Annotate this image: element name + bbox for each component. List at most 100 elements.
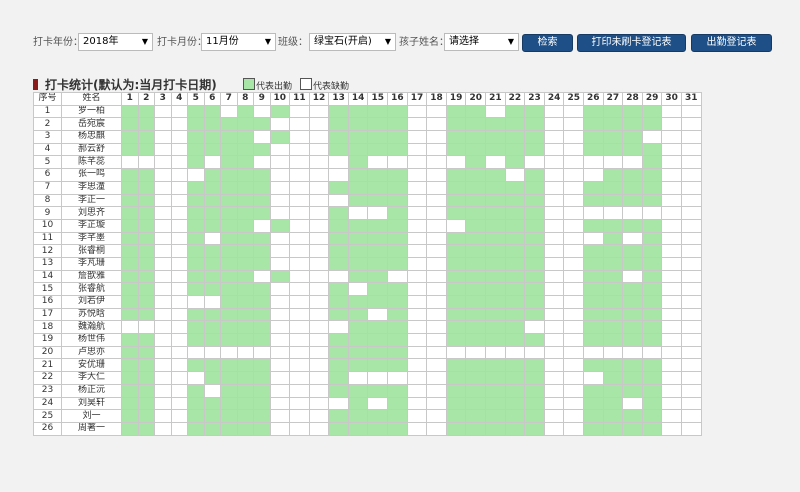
attendance-cell-present [524, 409, 545, 423]
attendance-cell-absent [524, 155, 545, 170]
table-row: 10 李芷璇 [33, 218, 702, 233]
attendance-cell-absent [445, 218, 467, 233]
attendance-cell-present [524, 180, 545, 195]
attendance-cell-absent [289, 244, 310, 258]
attendance-cell-present [602, 130, 624, 144]
attendance-cell-absent [524, 320, 545, 335]
attendance-cell-absent [661, 320, 682, 335]
attendance-cell-present [387, 295, 408, 309]
row-name: 苏悦晗 [61, 307, 122, 322]
attendance-cell-present [121, 231, 139, 246]
attendance-cell-absent [563, 256, 584, 271]
attendance-cell-present [187, 282, 205, 296]
attendance-cell-absent [543, 307, 565, 322]
attendance-cell-absent [170, 295, 188, 309]
attendance-cell-present [641, 231, 663, 246]
attendance-cell-present [465, 244, 487, 258]
attendance-cell-absent [308, 333, 330, 347]
attendance-cell-present [504, 409, 526, 423]
attendance-cell-present [121, 269, 139, 284]
attendance-cell-present [253, 117, 271, 132]
attendance-cell-present [203, 218, 221, 233]
attendance-cell-present [524, 421, 545, 436]
attendance-cell-absent [154, 180, 172, 195]
attendance-cell-absent [347, 371, 369, 385]
header-day: 30 [661, 92, 682, 106]
attendance-cell-absent [203, 155, 221, 170]
attendance-cell-absent [543, 409, 565, 423]
class-select[interactable]: 绿宝石(开启) ▼ [309, 33, 396, 51]
attendance-cell-present [583, 218, 604, 233]
attendance-cell-absent [170, 193, 188, 208]
attendance-cell-present [602, 358, 624, 373]
attendance-cell-present [583, 421, 604, 436]
child-select[interactable]: 请选择 ▼ [444, 33, 519, 51]
attendance-cell-present [524, 295, 545, 309]
attendance-cell-absent [187, 371, 205, 385]
attendance-cell-present [485, 371, 506, 385]
attendance-cell-absent [661, 371, 682, 385]
attendance-cell-absent [563, 155, 584, 170]
attendance-cell-absent [661, 421, 682, 436]
attendance-cell-absent [543, 180, 565, 195]
attendance-cell-present [220, 155, 238, 170]
attendance-cell-absent [154, 193, 172, 208]
attendance-sheet-button[interactable]: 出勤登记表 [691, 34, 772, 52]
attendance-cell-present [187, 206, 205, 220]
attendance-cell-present [622, 168, 643, 182]
attendance-cell-absent [563, 307, 584, 322]
attendance-cell-present [504, 282, 526, 296]
attendance-cell-absent [289, 256, 310, 271]
attendance-cell-absent [543, 155, 565, 170]
attendance-cell-absent [543, 371, 565, 385]
attendance-cell-present [465, 104, 487, 119]
attendance-cell-present [121, 130, 139, 144]
attendance-cell-absent [680, 383, 702, 398]
table-row: 18 魏瀚航 [33, 320, 702, 335]
attendance-cell-present [187, 180, 205, 195]
attendance-cell-present [220, 295, 238, 309]
table-row: 14 詹歆雅 [33, 269, 702, 284]
header-day: 18 [426, 92, 447, 106]
year-select[interactable]: 2018年 ▼ [78, 33, 153, 51]
attendance-cell-present [236, 104, 254, 119]
attendance-cell-present [328, 142, 349, 157]
attendance-cell-absent [269, 333, 291, 347]
attendance-cell-absent [680, 345, 702, 360]
attendance-cell-present [236, 142, 254, 157]
attendance-cell-absent [289, 295, 310, 309]
row-name: 李正一 [61, 193, 122, 208]
attendance-cell-absent [426, 130, 447, 144]
attendance-cell-present [583, 256, 604, 271]
attendance-cell-present [137, 333, 155, 347]
attendance-cell-present [187, 320, 205, 335]
attendance-cell-absent [543, 104, 565, 119]
attendance-cell-absent [289, 396, 310, 411]
attendance-cell-present [203, 180, 221, 195]
year-label: 打卡年份： [33, 37, 83, 48]
print-missing-card-button[interactable]: 打印未刷卡登记表 [577, 34, 686, 52]
attendance-cell-absent [504, 168, 526, 182]
header-day: 21 [485, 92, 506, 106]
attendance-cell-present [137, 383, 155, 398]
attendance-cell-present [524, 206, 545, 220]
attendance-cell-absent [406, 117, 428, 132]
attendance-cell-present [524, 218, 545, 233]
attendance-cell-present [387, 142, 408, 157]
search-button[interactable]: 检索 [522, 34, 573, 52]
attendance-cell-present [121, 104, 139, 119]
attendance-cell-present [485, 320, 506, 335]
attendance-cell-present [465, 130, 487, 144]
attendance-cell-absent [308, 345, 330, 360]
attendance-cell-absent [661, 295, 682, 309]
attendance-cell-absent [543, 421, 565, 436]
month-select[interactable]: 11月份 ▼ [201, 33, 276, 51]
attendance-cell-absent [269, 307, 291, 322]
attendance-cell-absent [170, 130, 188, 144]
attendance-cell-absent [289, 358, 310, 373]
header-day: 25 [563, 92, 584, 106]
attendance-cell-present [328, 383, 349, 398]
attendance-cell-absent [641, 345, 663, 360]
attendance-cell-present [445, 193, 467, 208]
attendance-cell-present [187, 231, 205, 246]
